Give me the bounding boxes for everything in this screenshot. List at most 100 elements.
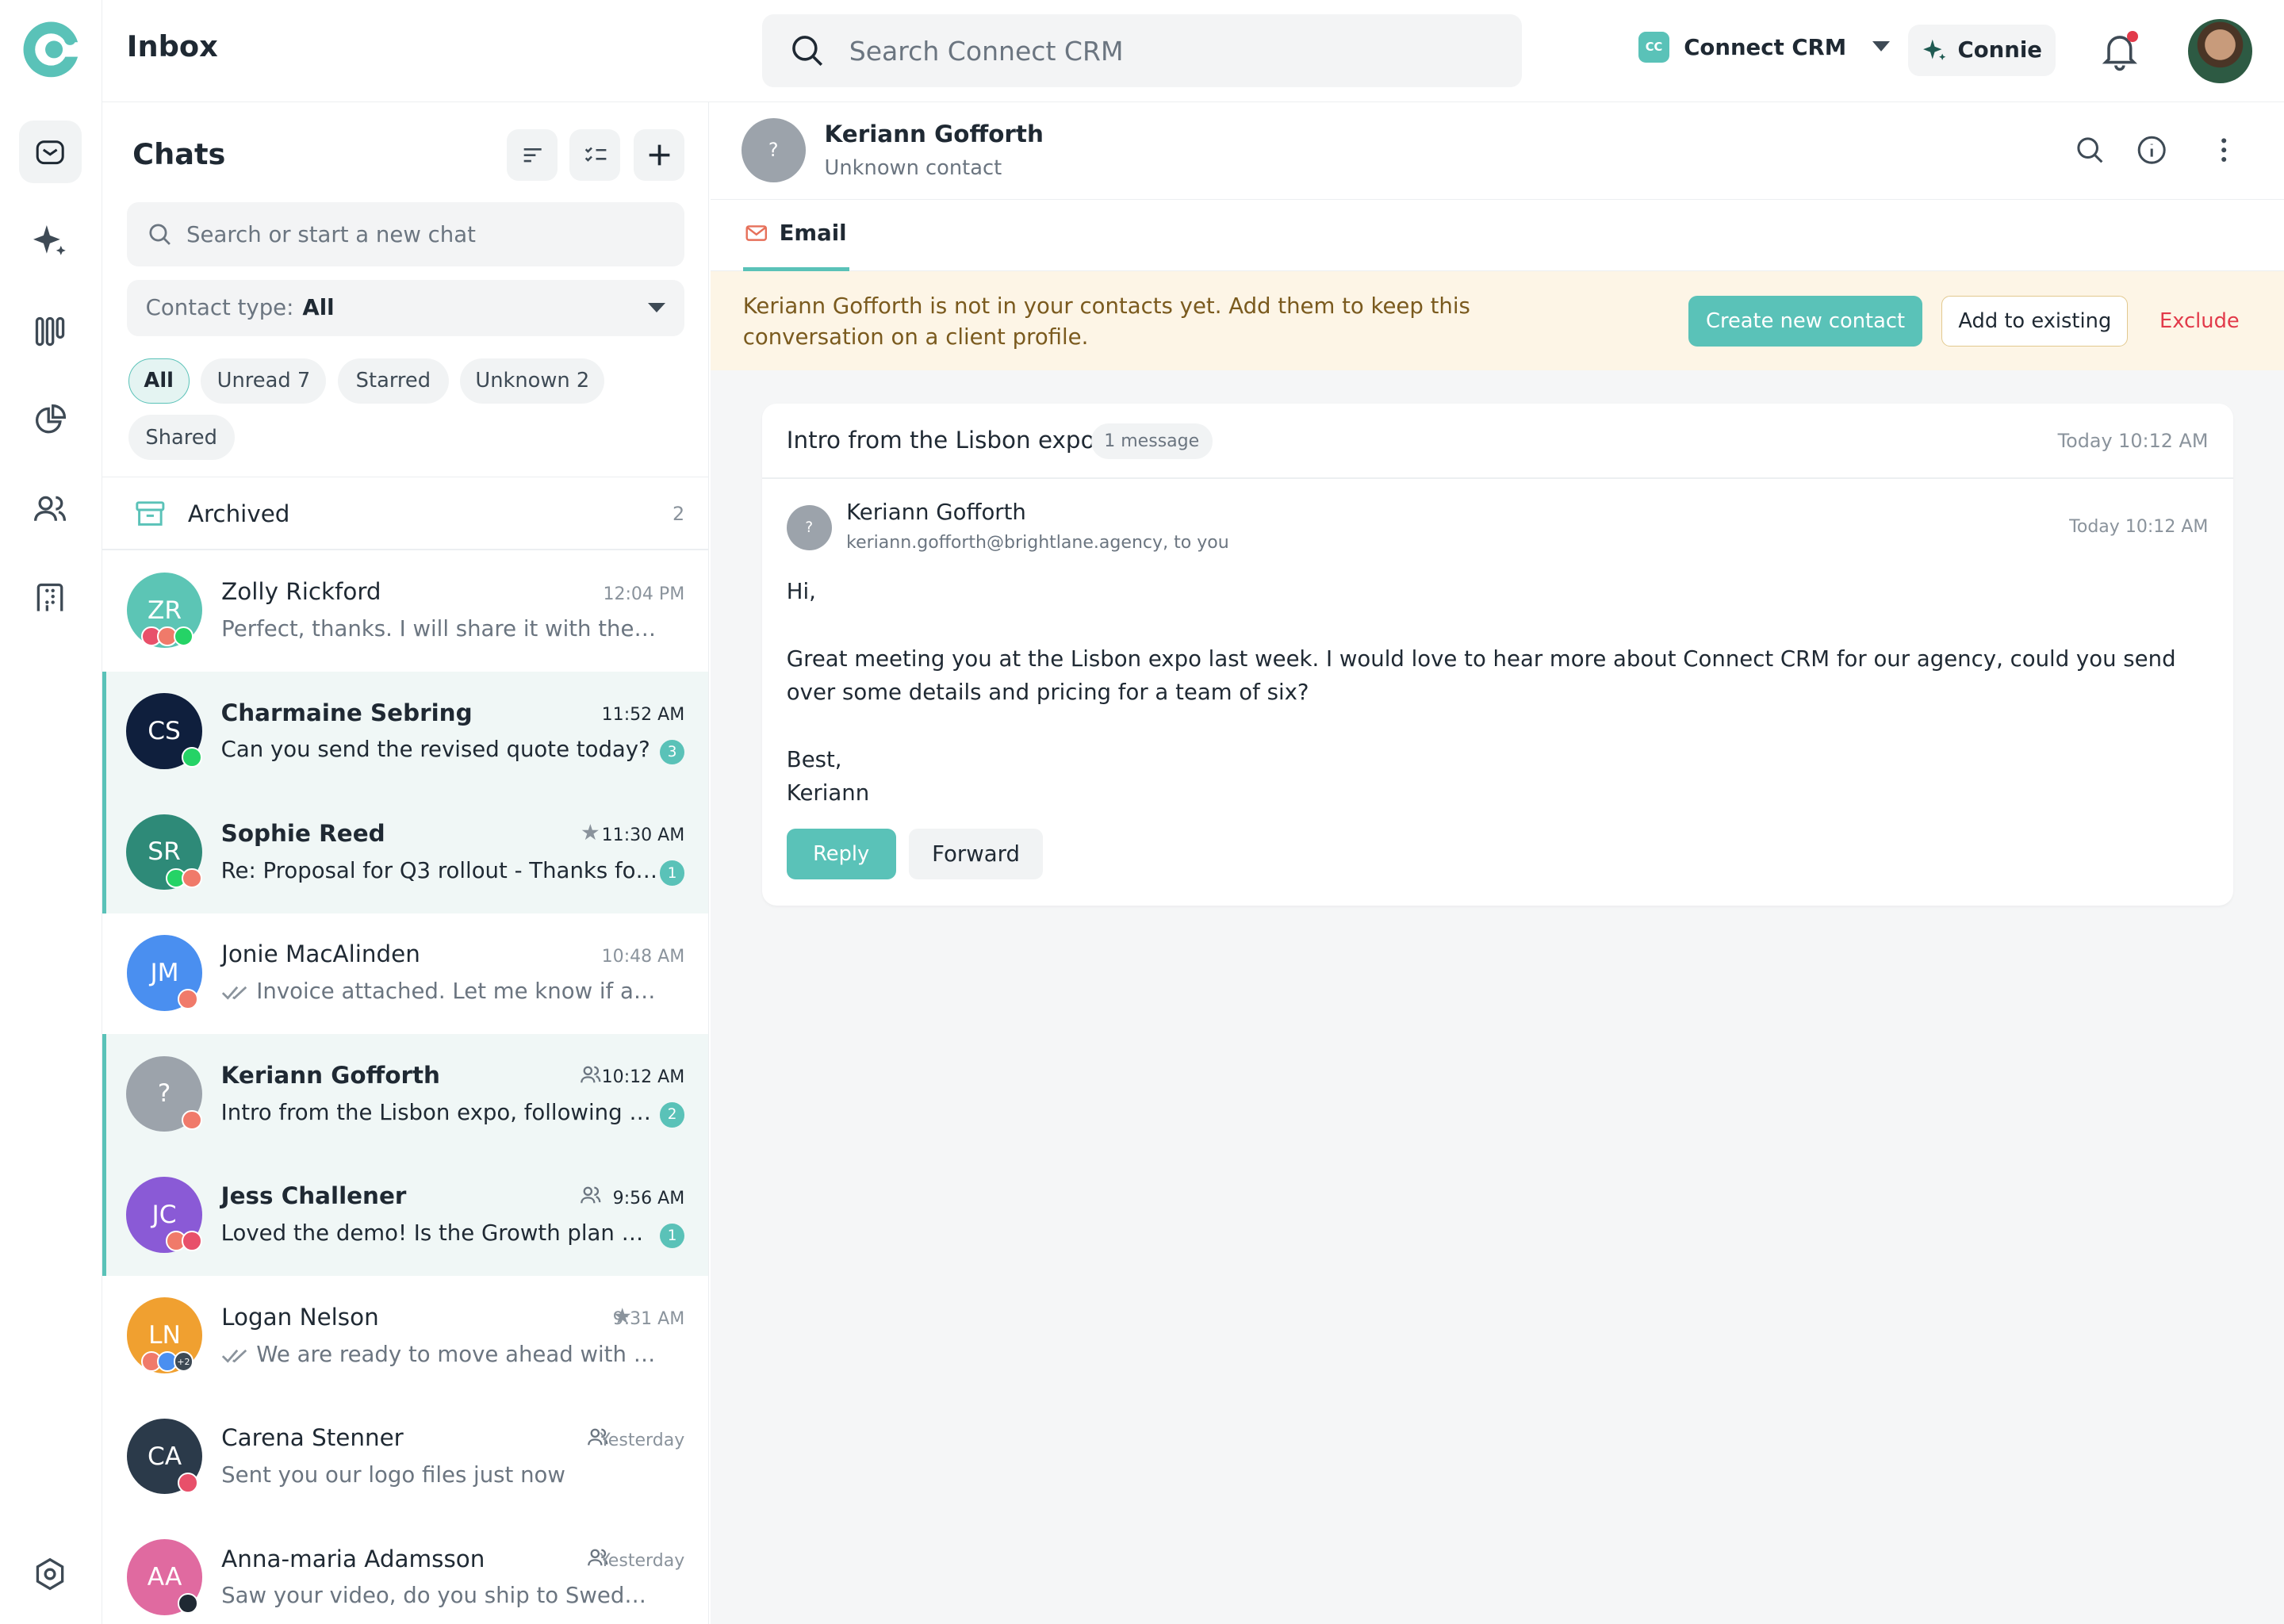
email-thread-card: Intro from the Lisbon expo 1 message Tod… [761, 403, 2233, 906]
tab-email[interactable]: Email [742, 200, 850, 271]
unread-badge: 1 [660, 1223, 685, 1249]
message-body: Hi, Great meeting you at the Lisbon expo… [787, 575, 2214, 810]
rail-inbox-button[interactable] [18, 121, 82, 184]
chat-name: Carena Stenner [221, 1424, 404, 1452]
channel-badges [141, 626, 194, 647]
filter-all-chip[interactable]: All [128, 358, 190, 404]
channel-tabs: Email [711, 199, 2284, 271]
rail-contacts-button[interactable] [19, 477, 82, 540]
channel-badges [182, 1109, 202, 1131]
contact-name[interactable]: Keriann Gofforth [825, 121, 1044, 147]
chat-row[interactable]: JM Jonie MacAlinden 10:48 AM Invoice att… [102, 914, 709, 1034]
chat-search-placeholder: Search or start a new chat [186, 221, 476, 247]
filter-unread-chip[interactable]: Unread 7 [201, 358, 327, 404]
sender-name: Keriann Gofforth [846, 499, 1026, 525]
message-count-badge: 1 message [1090, 423, 1213, 459]
rail-settings-button[interactable] [19, 1542, 82, 1605]
chat-preview: Sent you our logo files just now [221, 1462, 565, 1488]
chat-search-input[interactable]: Search or start a new chat [126, 202, 685, 267]
tab-email-label: Email [779, 220, 847, 247]
settings-hexagon-icon [33, 1557, 67, 1591]
channel-badges [165, 868, 202, 889]
star-icon[interactable]: ★ [581, 820, 600, 845]
filter-shared-chip[interactable]: Shared [128, 415, 235, 461]
message-signature: Keriann [786, 779, 870, 806]
new-chat-button[interactable] [633, 129, 685, 181]
chat-row[interactable]: AA Anna-maria Adamsson Yesterday Saw you… [102, 1518, 709, 1624]
workspace-badge: CC [1638, 32, 1669, 63]
rail-ai-button[interactable] [19, 209, 82, 272]
shared-users-icon [580, 1065, 602, 1084]
workspace-name: Connect CRM [1684, 34, 1847, 60]
info-icon[interactable] [2136, 134, 2167, 166]
rail-companies-button[interactable] [19, 566, 82, 629]
user-avatar[interactable] [2187, 18, 2252, 83]
chat-row[interactable]: SR Sophie Reed ★ 11:30 AM Re: Proposal f… [102, 792, 709, 914]
unread-badge: 2 [660, 1102, 685, 1128]
chat-preview: We are ready to move ahead with 5 seats [256, 1341, 658, 1367]
banner-text: Keriann Gofforth is not in your contacts… [742, 293, 1470, 350]
chat-row[interactable]: CA Carena Stenner Yesterday Sent you our… [102, 1396, 709, 1517]
chat-time: 11:52 AM [601, 704, 685, 725]
rail-reports-button[interactable] [19, 389, 82, 451]
sparkle-icon [1922, 37, 1948, 63]
search-icon[interactable] [2074, 134, 2106, 166]
add-to-existing-button[interactable]: Add to existing [1941, 295, 2129, 347]
chat-name: Jess Challener [220, 1182, 407, 1210]
contact-type-select[interactable]: Contact type: All [126, 279, 685, 337]
unknown-contact-banner: Keriann Gofforth is not in your contacts… [711, 270, 2284, 370]
contact-avatar[interactable]: ? [741, 117, 806, 182]
exclude-button[interactable]: Exclude [2148, 296, 2251, 347]
create-contact-button[interactable]: Create new contact [1688, 295, 1923, 347]
channel-badges [178, 989, 198, 1009]
filter-unknown-chip[interactable]: Unknown 2 [460, 358, 605, 404]
chat-time: 11:30 AM [601, 825, 685, 846]
more-vertical-icon[interactable] [2208, 134, 2240, 166]
chat-row[interactable]: CS Charmaine Sebring 11:52 AM Can you se… [102, 671, 709, 793]
channel-badges [178, 1593, 198, 1614]
chat-time: Yesterday [600, 1430, 685, 1450]
chat-preview: Loved the demo! Is the Growth plan month… [220, 1220, 658, 1247]
sort-button[interactable] [507, 129, 558, 181]
conversation-header: ? Keriann Gofforth Unknown contact [711, 102, 2284, 200]
rail-pipeline-button[interactable] [19, 300, 82, 362]
whatsapp-icon [173, 626, 194, 647]
chat-preview: Re: Proposal for Q3 rollout - Thanks for… [220, 857, 658, 883]
chat-row[interactable]: LN +2 Logan Nelson ★ 9:31 AM We are read… [102, 1276, 709, 1396]
forward-button[interactable]: Forward [909, 829, 1044, 880]
workspace-switcher[interactable]: CC Connect CRM [1638, 32, 1891, 63]
chat-name: Sophie Reed [220, 820, 385, 848]
mail-icon [34, 136, 66, 168]
global-search-placeholder: Search Connect CRM [849, 35, 1124, 67]
assistant-button[interactable]: Connie [1908, 25, 2056, 76]
chat-row[interactable]: ZR Zolly Rickford 12:04 PM Perfect, than… [102, 550, 709, 671]
chat-preview: Invoice attached. Let me know if anythin… [256, 979, 658, 1005]
filter-starred-chip[interactable]: Starred [338, 358, 449, 404]
email-icon [182, 868, 202, 889]
chat-row[interactable]: ? Keriann Gofforth 10:12 AM Intro from t… [102, 1034, 709, 1155]
global-search-input[interactable]: Search Connect CRM [761, 14, 1523, 88]
sender-email: keriann.gofforth@brightlane.agency, to y… [846, 533, 1229, 553]
chat-row[interactable]: JC Jess Challener 9:56 AM Loved the demo… [102, 1155, 709, 1276]
page-title: Inbox [126, 29, 218, 63]
message-greeting: Hi, [786, 579, 816, 605]
chat-time: 10:48 AM [601, 946, 685, 967]
channel-badges: +2 [141, 1351, 194, 1373]
sort-icon [521, 144, 544, 167]
users-icon [33, 492, 67, 527]
app-logo-icon[interactable] [19, 17, 83, 82]
select-button[interactable] [569, 129, 621, 181]
archived-row[interactable]: Archived 2 [102, 477, 709, 550]
chat-name: Charmaine Sebring [220, 699, 473, 726]
thread-subject: Intro from the Lisbon expo [786, 427, 1095, 454]
chat-time: 9:31 AM [612, 1309, 685, 1330]
channel-badges [165, 1230, 202, 1251]
top-bar: Inbox Search Connect CRM CC Connect CRM … [102, 0, 2284, 102]
archive-icon [136, 501, 165, 527]
archived-label: Archived [187, 500, 290, 528]
reply-button[interactable]: Reply [786, 829, 896, 880]
chat-time: 9:56 AM [612, 1188, 685, 1208]
thread-time: Today 10:12 AM [2057, 429, 2209, 452]
whatsapp-icon [182, 747, 202, 768]
nav-rail [0, 0, 102, 1624]
